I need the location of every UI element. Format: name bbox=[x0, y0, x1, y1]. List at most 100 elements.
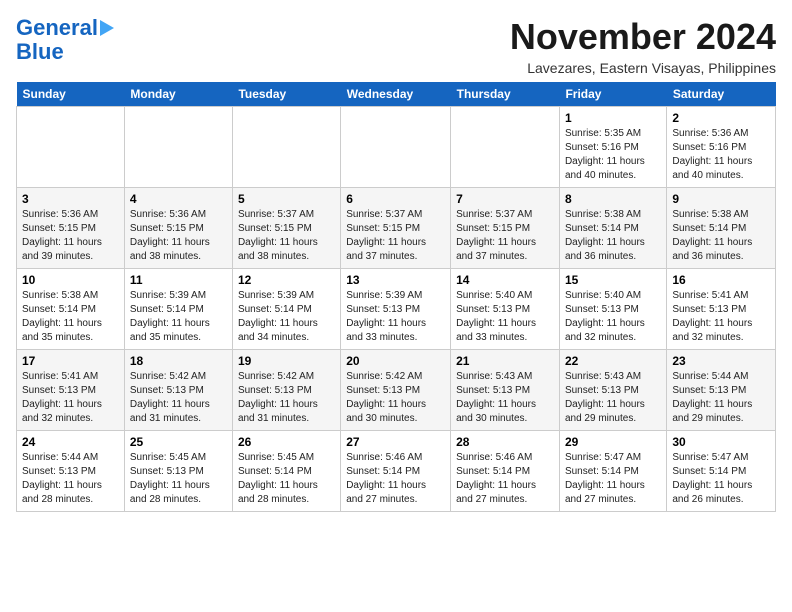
day-info: Sunrise: 5:38 AM Sunset: 5:14 PM Dayligh… bbox=[565, 208, 661, 264]
calendar-cell: 28 Sunrise: 5:46 AM Sunset: 5:14 PM Dayli… bbox=[451, 431, 560, 512]
day-number: 22 bbox=[565, 354, 661, 368]
title-section: November 2024 Lavezares, Eastern Visayas… bbox=[510, 16, 776, 76]
calendar-cell: 18 Sunrise: 5:42 AM Sunset: 5:13 PM Dayli… bbox=[124, 350, 232, 431]
day-number: 14 bbox=[456, 273, 554, 287]
header-friday: Friday bbox=[559, 82, 666, 107]
calendar-cell: 24Sunrise: 5:44 AM Sunset: 5:13 PM Dayli… bbox=[17, 431, 125, 512]
day-number: 29 bbox=[565, 435, 661, 449]
calendar-cell: 15 Sunrise: 5:40 AM Sunset: 5:13 PM Dayli… bbox=[559, 269, 666, 350]
day-number: 23 bbox=[672, 354, 770, 368]
calendar-cell: 6Sunrise: 5:37 AM Sunset: 5:15 PM Daylig… bbox=[341, 188, 451, 269]
day-number: 15 bbox=[565, 273, 661, 287]
day-info: Sunrise: 5:36 AM Sunset: 5:15 PM Dayligh… bbox=[130, 208, 227, 264]
calendar-table: SundayMondayTuesdayWednesdayThursdayFrid… bbox=[16, 82, 776, 512]
day-number: 7 bbox=[456, 192, 554, 206]
calendar-cell: 2 Sunrise: 5:36 AM Sunset: 5:16 PM Daylig… bbox=[667, 107, 776, 188]
day-number: 24 bbox=[22, 435, 119, 449]
calendar-cell bbox=[341, 107, 451, 188]
day-info: Sunrise: 5:46 AM Sunset: 5:14 PM Dayligh… bbox=[346, 451, 445, 507]
calendar-cell: 30 Sunrise: 5:47 AM Sunset: 5:14 PM Dayli… bbox=[667, 431, 776, 512]
calendar-cell: 8 Sunrise: 5:38 AM Sunset: 5:14 PM Daylig… bbox=[559, 188, 666, 269]
day-info: Sunrise: 5:37 AM Sunset: 5:15 PM Dayligh… bbox=[238, 208, 335, 264]
day-info: Sunrise: 5:42 AM Sunset: 5:13 PM Dayligh… bbox=[130, 370, 227, 426]
day-number: 9 bbox=[672, 192, 770, 206]
day-info: Sunrise: 5:39 AM Sunset: 5:14 PM Dayligh… bbox=[130, 289, 227, 345]
header-wednesday: Wednesday bbox=[341, 82, 451, 107]
header-sunday: Sunday bbox=[17, 82, 125, 107]
header-saturday: Saturday bbox=[667, 82, 776, 107]
calendar-cell: 17 Sunrise: 5:41 AM Sunset: 5:13 PM Dayli… bbox=[17, 350, 125, 431]
day-number: 16 bbox=[672, 273, 770, 287]
calendar-cell: 26Sunrise: 5:45 AM Sunset: 5:14 PM Dayli… bbox=[232, 431, 340, 512]
day-info: Sunrise: 5:37 AM Sunset: 5:15 PM Dayligh… bbox=[346, 208, 445, 264]
calendar-cell: 16 Sunrise: 5:41 AM Sunset: 5:13 PM Dayli… bbox=[667, 269, 776, 350]
calendar-cell bbox=[17, 107, 125, 188]
day-number: 2 bbox=[672, 111, 770, 125]
calendar-cell: 23 Sunrise: 5:44 AM Sunset: 5:13 PM Dayli… bbox=[667, 350, 776, 431]
week-row-2: 3 Sunrise: 5:36 AM Sunset: 5:15 PM Daylig… bbox=[17, 188, 776, 269]
logo-text: General bbox=[16, 16, 98, 40]
week-row-5: 24Sunrise: 5:44 AM Sunset: 5:13 PM Dayli… bbox=[17, 431, 776, 512]
day-number: 28 bbox=[456, 435, 554, 449]
day-info: Sunrise: 5:43 AM Sunset: 5:13 PM Dayligh… bbox=[565, 370, 661, 426]
day-info: Sunrise: 5:41 AM Sunset: 5:13 PM Dayligh… bbox=[672, 289, 770, 345]
day-number: 17 bbox=[22, 354, 119, 368]
day-number: 8 bbox=[565, 192, 661, 206]
header-tuesday: Tuesday bbox=[232, 82, 340, 107]
calendar-cell: 3 Sunrise: 5:36 AM Sunset: 5:15 PM Daylig… bbox=[17, 188, 125, 269]
week-row-3: 10 Sunrise: 5:38 AM Sunset: 5:14 PM Dayli… bbox=[17, 269, 776, 350]
calendar-cell bbox=[451, 107, 560, 188]
day-info: Sunrise: 5:36 AM Sunset: 5:16 PM Dayligh… bbox=[672, 127, 770, 183]
day-info: Sunrise: 5:44 AM Sunset: 5:13 PM Dayligh… bbox=[672, 370, 770, 426]
calendar-cell: 19Sunrise: 5:42 AM Sunset: 5:13 PM Dayli… bbox=[232, 350, 340, 431]
day-info: Sunrise: 5:39 AM Sunset: 5:13 PM Dayligh… bbox=[346, 289, 445, 345]
calendar-cell bbox=[232, 107, 340, 188]
calendar-cell: 12 Sunrise: 5:39 AM Sunset: 5:14 PM Dayli… bbox=[232, 269, 340, 350]
calendar-cell: 20 Sunrise: 5:42 AM Sunset: 5:13 PM Dayli… bbox=[341, 350, 451, 431]
day-info: Sunrise: 5:47 AM Sunset: 5:14 PM Dayligh… bbox=[565, 451, 661, 507]
calendar-cell: 9 Sunrise: 5:38 AM Sunset: 5:14 PM Daylig… bbox=[667, 188, 776, 269]
day-info: Sunrise: 5:45 AM Sunset: 5:14 PM Dayligh… bbox=[238, 451, 335, 507]
day-number: 13 bbox=[346, 273, 445, 287]
day-number: 10 bbox=[22, 273, 119, 287]
day-info: Sunrise: 5:41 AM Sunset: 5:13 PM Dayligh… bbox=[22, 370, 119, 426]
day-number: 30 bbox=[672, 435, 770, 449]
day-number: 5 bbox=[238, 192, 335, 206]
calendar-cell: 22 Sunrise: 5:43 AM Sunset: 5:13 PM Dayli… bbox=[559, 350, 666, 431]
day-info: Sunrise: 5:46 AM Sunset: 5:14 PM Dayligh… bbox=[456, 451, 554, 507]
week-row-4: 17 Sunrise: 5:41 AM Sunset: 5:13 PM Dayli… bbox=[17, 350, 776, 431]
location: Lavezares, Eastern Visayas, Philippines bbox=[510, 60, 776, 76]
calendar-cell: 13 Sunrise: 5:39 AM Sunset: 5:13 PM Dayli… bbox=[341, 269, 451, 350]
calendar-cell: 14Sunrise: 5:40 AM Sunset: 5:13 PM Dayli… bbox=[451, 269, 560, 350]
logo: General Blue bbox=[16, 16, 114, 64]
day-number: 20 bbox=[346, 354, 445, 368]
calendar-cell: 1Sunrise: 5:35 AM Sunset: 5:16 PM Daylig… bbox=[559, 107, 666, 188]
header-thursday: Thursday bbox=[451, 82, 560, 107]
day-info: Sunrise: 5:38 AM Sunset: 5:14 PM Dayligh… bbox=[672, 208, 770, 264]
day-info: Sunrise: 5:45 AM Sunset: 5:13 PM Dayligh… bbox=[130, 451, 227, 507]
day-number: 3 bbox=[22, 192, 119, 206]
calendar-cell: 11 Sunrise: 5:39 AM Sunset: 5:14 PM Dayli… bbox=[124, 269, 232, 350]
day-info: Sunrise: 5:35 AM Sunset: 5:16 PM Dayligh… bbox=[565, 127, 661, 183]
day-info: Sunrise: 5:38 AM Sunset: 5:14 PM Dayligh… bbox=[22, 289, 119, 345]
logo-arrow-icon bbox=[100, 20, 114, 36]
day-number: 27 bbox=[346, 435, 445, 449]
calendar-cell: 4Sunrise: 5:36 AM Sunset: 5:15 PM Daylig… bbox=[124, 188, 232, 269]
day-info: Sunrise: 5:47 AM Sunset: 5:14 PM Dayligh… bbox=[672, 451, 770, 507]
day-info: Sunrise: 5:36 AM Sunset: 5:15 PM Dayligh… bbox=[22, 208, 119, 264]
day-number: 18 bbox=[130, 354, 227, 368]
day-number: 19 bbox=[238, 354, 335, 368]
week-row-1: 1Sunrise: 5:35 AM Sunset: 5:16 PM Daylig… bbox=[17, 107, 776, 188]
page-header: General Blue November 2024 Lavezares, Ea… bbox=[16, 16, 776, 76]
day-number: 12 bbox=[238, 273, 335, 287]
day-info: Sunrise: 5:39 AM Sunset: 5:14 PM Dayligh… bbox=[238, 289, 335, 345]
day-number: 11 bbox=[130, 273, 227, 287]
day-info: Sunrise: 5:43 AM Sunset: 5:13 PM Dayligh… bbox=[456, 370, 554, 426]
calendar-cell: 5 Sunrise: 5:37 AM Sunset: 5:15 PM Daylig… bbox=[232, 188, 340, 269]
day-info: Sunrise: 5:42 AM Sunset: 5:13 PM Dayligh… bbox=[346, 370, 445, 426]
calendar-cell bbox=[124, 107, 232, 188]
logo-blue-text: Blue bbox=[16, 40, 64, 64]
day-info: Sunrise: 5:40 AM Sunset: 5:13 PM Dayligh… bbox=[565, 289, 661, 345]
calendar-cell: 29 Sunrise: 5:47 AM Sunset: 5:14 PM Dayli… bbox=[559, 431, 666, 512]
calendar-cell: 10 Sunrise: 5:38 AM Sunset: 5:14 PM Dayli… bbox=[17, 269, 125, 350]
